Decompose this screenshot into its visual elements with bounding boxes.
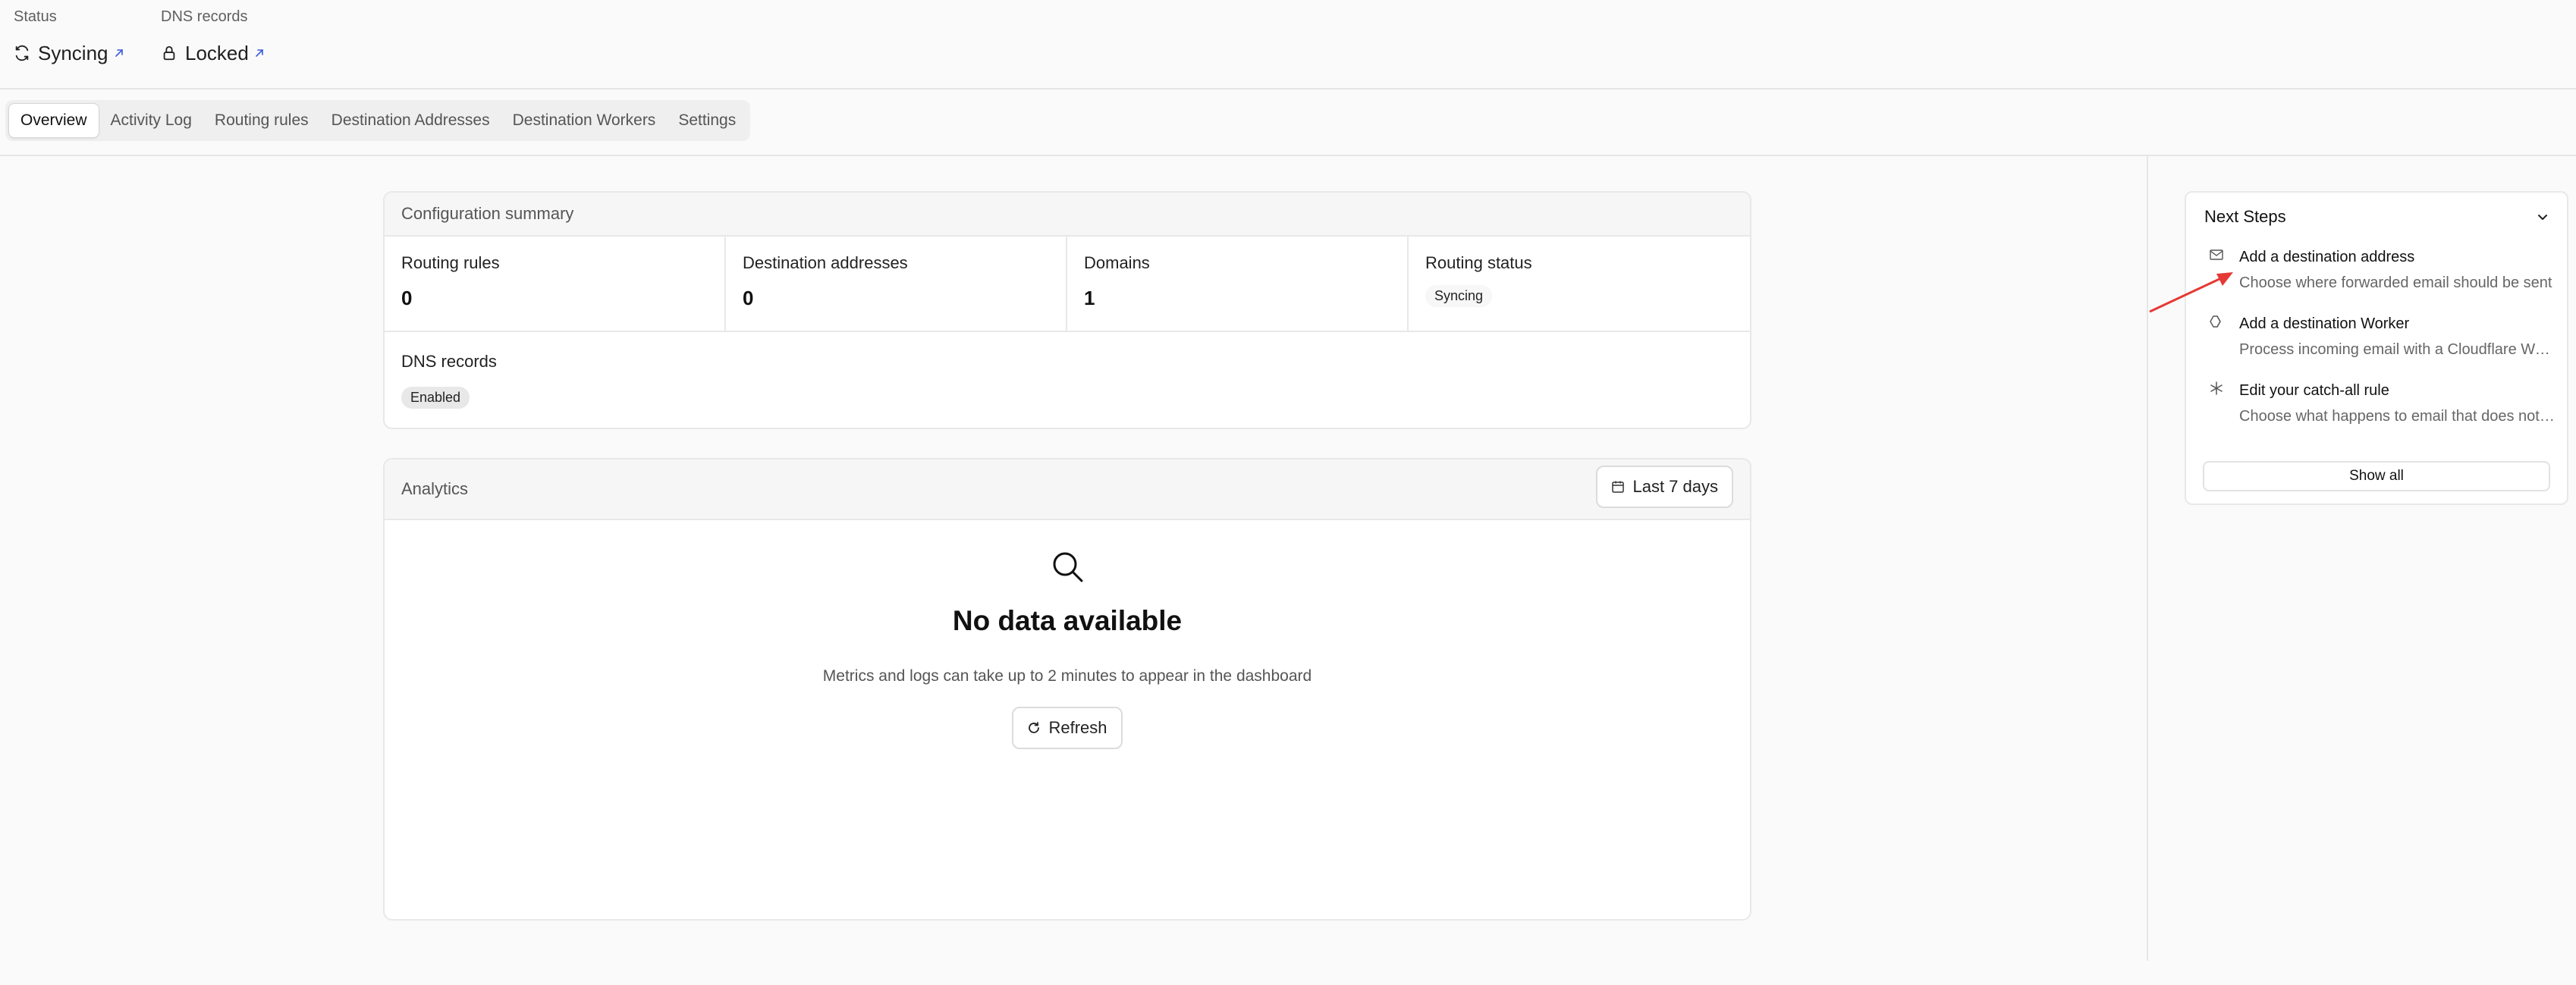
tab-bar: Overview Activity Log Routing rules Dest… — [0, 89, 2576, 156]
date-range-button[interactable]: Last 7 days — [1596, 466, 1733, 508]
dns-records-badge: Enabled — [401, 387, 470, 409]
step-title: Edit your catch-all rule — [2239, 382, 2389, 399]
dns-block: DNS records Locked — [161, 8, 265, 65]
dns-value: Locked — [185, 41, 249, 64]
show-all-button[interactable]: Show all — [2203, 461, 2550, 491]
lock-icon — [163, 45, 175, 61]
configuration-summary-card: Configuration summary Routing rules 0 De… — [383, 191, 1751, 429]
analytics-title: Analytics — [401, 479, 469, 498]
tab-destination-addresses[interactable]: Destination Addresses — [320, 103, 501, 138]
summary-domains: Domains 1 — [1067, 237, 1409, 331]
tab-destination-workers[interactable]: Destination Workers — [501, 103, 668, 138]
chevron-down-icon[interactable] — [2535, 209, 2550, 224]
tab-routing-rules[interactable]: Routing rules — [203, 103, 320, 138]
status-label: Status — [14, 8, 57, 25]
search-icon — [1053, 552, 1083, 582]
routing-rules-value: 0 — [401, 287, 413, 309]
dns-records-label: DNS records — [401, 352, 497, 371]
empty-state: No data available Metrics and logs can t… — [385, 549, 1750, 749]
dns-label: DNS records — [161, 8, 248, 25]
next-steps-header[interactable]: Next Steps — [2186, 193, 2567, 241]
domains-label: Domains — [1084, 253, 1150, 272]
next-step-edit-catch-all[interactable]: Edit your catch-all rule Choose what hap… — [2209, 381, 2558, 426]
tab-settings[interactable]: Settings — [667, 103, 747, 138]
next-step-add-destination-address[interactable]: Add a destination address Choose where f… — [2209, 247, 2558, 293]
step-title: Add a destination address — [2239, 249, 2415, 265]
step-description: Choose where forwarded email should be s… — [2239, 274, 2552, 291]
next-steps-title: Next Steps — [2204, 207, 2286, 226]
destination-addresses-value: 0 — [743, 287, 754, 309]
analytics-header: Analytics Last 7 days — [385, 460, 1750, 520]
date-range-label: Last 7 days — [1632, 477, 1718, 496]
status-value: Syncing — [38, 41, 108, 64]
tabs: Overview Activity Log Routing rules Dest… — [5, 100, 751, 141]
domains-value: 1 — [1084, 287, 1095, 309]
refresh-icon — [1029, 722, 1040, 733]
summary-grid: Routing rules 0 Destination addresses 0 … — [385, 237, 1750, 332]
step-description: Process incoming email with a Cloudflare… — [2239, 341, 2558, 358]
tab-activity-log[interactable]: Activity Log — [99, 103, 203, 138]
sync-icon — [15, 45, 29, 61]
envelope-icon — [2210, 249, 2223, 260]
summary-destination-addresses: Destination addresses 0 — [726, 237, 1067, 331]
summary-dns-records: DNS records Enabled — [385, 332, 1750, 426]
destination-addresses-label: Destination addresses — [743, 253, 908, 272]
routing-status-label: Routing status — [1425, 253, 1532, 272]
empty-title: No data available — [952, 605, 1183, 636]
step-description: Choose what happens to email that does n… — [2239, 408, 2558, 425]
summary-routing-rules: Routing rules 0 — [385, 237, 726, 331]
external-link-icon — [256, 49, 263, 57]
email-routing-page: Status Syncing DNS records Locked Overvi… — [0, 0, 2576, 985]
worker-icon — [2210, 315, 2221, 328]
routing-status-badge: Syncing — [1425, 285, 1493, 307]
status-link[interactable]: Syncing — [14, 41, 125, 65]
summary-routing-status: Routing status Syncing — [1409, 237, 1750, 331]
empty-subtitle: Metrics and logs can take up to 2 minute… — [822, 667, 1312, 685]
calendar-icon — [1612, 481, 1625, 493]
refresh-button[interactable]: Refresh — [1012, 707, 1123, 749]
asterisk-icon — [2210, 381, 2223, 395]
annotation-arrow — [2149, 272, 2233, 313]
status-block: Status Syncing — [14, 8, 125, 65]
status-bar: Status Syncing DNS records Locked — [0, 0, 2576, 89]
refresh-label: Refresh — [1048, 718, 1107, 737]
analytics-card: Analytics Last 7 days No data available … — [383, 458, 1751, 921]
step-title: Add a destination Worker — [2239, 315, 2410, 332]
routing-rules-label: Routing rules — [401, 253, 500, 272]
external-link-icon — [115, 49, 123, 57]
tab-overview[interactable]: Overview — [8, 103, 99, 138]
dns-link[interactable]: Locked — [161, 41, 265, 65]
card-title: Configuration summary — [385, 193, 1750, 237]
next-step-add-destination-worker[interactable]: Add a destination Worker Process incomin… — [2209, 314, 2558, 359]
next-steps-card: Next Steps Add a destination address Cho… — [2185, 191, 2568, 505]
